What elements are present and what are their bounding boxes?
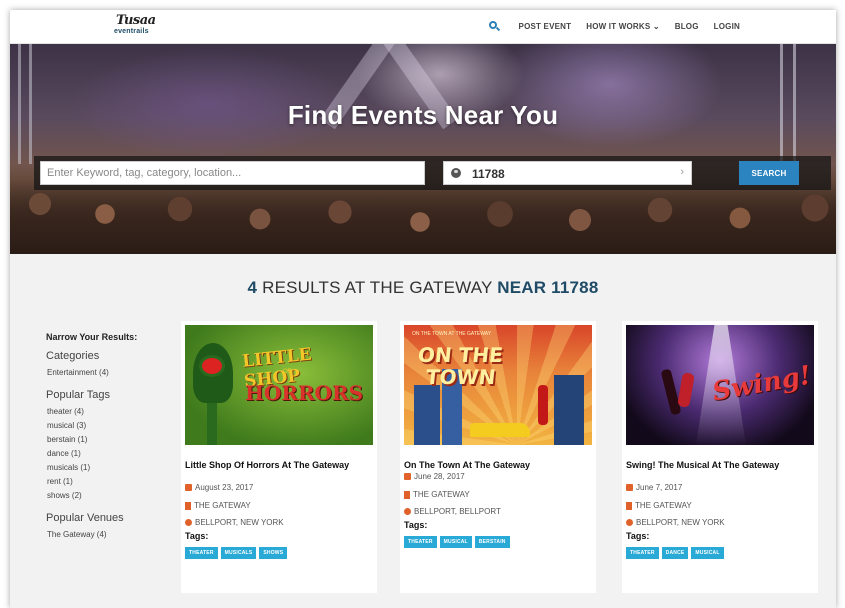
poster-text: ON THE (416, 343, 505, 367)
event-venue: THE GATEWAY (404, 490, 470, 499)
poster-text: HORRORS (245, 381, 364, 405)
event-card[interactable]: LITTLE SHOP OF HORRORS Little Shop Of Ho… (181, 321, 377, 593)
building-icon (626, 501, 632, 510)
event-image[interactable]: LITTLE SHOP OF HORRORS (185, 325, 373, 445)
event-location-text: BELLPORT, NEW YORK (636, 518, 725, 527)
keyword-search-input[interactable] (40, 161, 425, 185)
chevron-right-icon: › (680, 166, 684, 178)
tag-item-rent[interactable]: rent (1) (47, 477, 176, 486)
event-location: BELLPORT, BELLPORT (404, 507, 501, 516)
map-pin-icon (185, 519, 192, 526)
event-image[interactable]: ON THE TOWN AT THE GATEWAY ON THE TOWN (404, 325, 592, 445)
sidebar-title: Narrow Your Results: (46, 332, 138, 342)
location-value: 11788 (472, 167, 505, 181)
tag-item-musical[interactable]: musical (3) (47, 421, 176, 430)
poster-text: OF (283, 369, 292, 375)
filter-sidebar: Narrow Your Results: Categories Entertai… (46, 332, 176, 544)
calendar-icon (185, 484, 192, 491)
tag-item-theater[interactable]: theater (4) (47, 407, 176, 416)
event-location: BELLPORT, NEW YORK (185, 518, 284, 527)
event-date: August 23, 2017 (185, 483, 253, 492)
tag-badge[interactable]: MUSICAL (439, 536, 472, 548)
event-date: June 7, 2017 (626, 483, 682, 492)
event-venue-text: THE GATEWAY (413, 490, 470, 499)
results-count: 4 (247, 278, 258, 297)
map-pin-icon (626, 519, 633, 526)
venue-item-the-gateway[interactable]: The Gateway (4) (47, 530, 176, 539)
tag-list: THEATER MUSICAL BERSTAIN (404, 536, 510, 548)
poster-text: TOWN (424, 365, 497, 389)
event-date-text: August 23, 2017 (195, 483, 254, 492)
tag-item-berstain[interactable]: berstain (1) (47, 435, 176, 444)
hero-banner: Find Events Near You 11788 › SEARCH (10, 44, 836, 254)
event-date-text: June 7, 2017 (636, 483, 683, 492)
tag-list: THEATER DANCE MUSICAL (626, 547, 724, 559)
event-title[interactable]: Swing! The Musical At The Gateway (626, 460, 796, 471)
nav-menu: POST EVENT HOW IT WORKS ⌄ BLOG LOGIN (488, 21, 740, 32)
event-title[interactable]: Little Shop Of Horrors At The Gateway (185, 460, 355, 471)
poster-text: ON THE TOWN AT THE GATEWAY (412, 331, 492, 337)
event-card[interactable]: Swing! Swing! The Musical At The Gateway… (622, 321, 818, 593)
location-field[interactable]: 11788 › (443, 161, 692, 185)
results-zip: 11788 (551, 278, 599, 297)
tag-item-dance[interactable]: dance (1) (47, 449, 176, 458)
event-date-text: June 28, 2017 (414, 472, 465, 481)
tag-item-musicals[interactable]: musicals (1) (47, 463, 176, 472)
hero-title: Find Events Near You (287, 100, 559, 130)
event-venue-text: THE GATEWAY (635, 501, 692, 510)
building-icon (185, 501, 191, 510)
event-title[interactable]: On The Town At The Gateway (404, 460, 574, 471)
results-heading: 4 RESULTS AT THE GATEWAY NEAR 11788 (10, 278, 836, 298)
nav-how-it-works-label: HOW IT WORKS (586, 22, 651, 31)
search-bar: 11788 › SEARCH (34, 156, 831, 190)
venues-heading: Popular Venues (46, 512, 124, 524)
categories-heading: Categories (46, 350, 100, 362)
globe-icon (451, 168, 461, 178)
tag-badge[interactable]: THEATER (404, 536, 437, 548)
tag-item-shows[interactable]: shows (2) (47, 491, 176, 500)
map-pin-icon (404, 508, 411, 515)
tag-badge[interactable]: BERSTAIN (474, 536, 510, 548)
tag-badge[interactable]: MUSICAL (691, 547, 724, 559)
tags-label: Tags: (404, 520, 428, 530)
tag-badge[interactable]: THEATER (626, 547, 659, 559)
calendar-icon (626, 484, 633, 491)
logo-subtext: eventrails (114, 28, 149, 35)
tag-badge[interactable]: MUSICALS (220, 547, 257, 559)
top-nav: Tusaa eventrails POST EVENT HOW IT WORKS… (10, 10, 836, 44)
search-button[interactable]: SEARCH (739, 161, 799, 185)
results-near-label: NEAR (497, 278, 547, 297)
event-card[interactable]: ON THE TOWN AT THE GATEWAY ON THE TOWN O… (400, 321, 596, 593)
logo-script: Tusaa (116, 13, 156, 28)
tag-badge[interactable]: THEATER (185, 547, 218, 559)
nav-post-event[interactable]: POST EVENT (519, 22, 572, 31)
event-venue: THE GATEWAY (185, 501, 251, 510)
tag-badge[interactable]: DANCE (661, 547, 689, 559)
category-item-entertainment[interactable]: Entertainment (4) (47, 368, 176, 377)
site-logo[interactable]: Tusaa eventrails (114, 13, 168, 39)
nav-blog[interactable]: BLOG (675, 22, 699, 31)
tags-label: Tags: (185, 531, 209, 541)
search-icon[interactable] (488, 21, 500, 32)
event-image[interactable]: Swing! (626, 325, 814, 445)
browser-frame: Tusaa eventrails POST EVENT HOW IT WORKS… (10, 10, 836, 608)
event-venue-text: THE GATEWAY (194, 501, 251, 510)
tags-heading: Popular Tags (46, 389, 111, 401)
event-date: June 28, 2017 (404, 472, 465, 481)
building-icon (404, 490, 410, 499)
event-location: BELLPORT, NEW YORK (626, 518, 725, 527)
tags-label: Tags: (626, 531, 650, 541)
event-location-text: BELLPORT, BELLPORT (414, 507, 501, 516)
nav-login[interactable]: LOGIN (714, 22, 740, 31)
tag-badge[interactable]: SHOWS (259, 547, 288, 559)
calendar-icon (404, 473, 411, 480)
tag-list: THEATER MUSICALS SHOWS (185, 547, 288, 559)
event-location-text: BELLPORT, NEW YORK (195, 518, 284, 527)
nav-how-it-works[interactable]: HOW IT WORKS ⌄ (586, 22, 660, 31)
chevron-down-icon: ⌄ (652, 22, 660, 31)
results-text: RESULTS AT THE GATEWAY (262, 278, 493, 297)
event-venue: THE GATEWAY (626, 501, 692, 510)
